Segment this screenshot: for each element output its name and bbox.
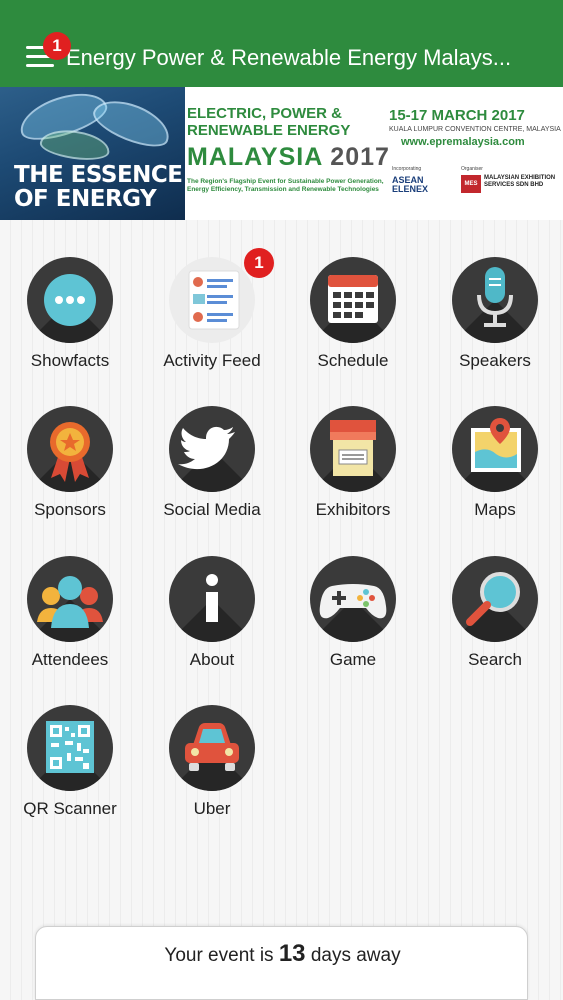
icon-circle [169,556,255,642]
twitter-bird-icon [178,426,235,470]
icon-circle [452,406,538,492]
activity-feed-badge: 1 [244,248,274,278]
grid-item-about[interactable]: About [142,556,282,686]
qr-code-icon [46,721,94,773]
icon-circle [27,406,113,492]
icon-circle [27,705,113,791]
grid-label: Uber [193,799,231,818]
app-title: Energy Power & Renewable Energy Malays..… [66,45,512,70]
icon-circle [169,705,255,791]
grid-item-maps[interactable]: Maps [425,406,563,536]
grid-label: About [189,650,235,669]
mes-logo: MES [461,175,481,193]
chat-bubble-icon [44,274,96,326]
banner-tagline: The Region's Flagship Event for Sustaina… [187,178,384,193]
icon-circle [169,406,255,492]
banner-slogan-line1: THE ESSENCE [14,162,183,188]
grid-item-attendees[interactable]: Attendees [0,556,140,686]
grid-item-speakers[interactable]: Speakers [425,257,563,387]
grid-label: Exhibitors [315,500,391,519]
grid-label: Schedule [317,351,389,370]
award-ribbon-icon [50,422,90,482]
icon-circle [310,406,396,492]
event-banner[interactable]: THE ESSENCE OF ENERGY ELECTRIC, POWER & … [0,87,563,220]
grid-item-activity-feed[interactable]: 1 Activity Feed [142,248,282,387]
magnifier-icon [466,572,520,626]
grid-label: Maps [474,500,516,519]
people-group-icon [37,576,103,628]
grid-label: Sponsors [34,500,106,519]
organiser-label: Organiser [461,166,483,172]
banner-slogan: THE ESSENCE OF ENERGY [14,163,183,211]
countdown-suffix: days away [310,945,401,966]
icon-circle [310,556,396,642]
grid-item-qr-scanner[interactable]: QR Scanner [0,705,140,835]
organiser-name: MALAYSIAN EXHIBITION SERVICES SDN BHD [484,175,556,188]
icon-circle [169,257,255,343]
grid-item-showfacts[interactable]: Showfacts [0,257,140,387]
countdown-prefix: Your event is [164,945,274,966]
grid-label: Showfacts [30,351,110,370]
countdown-text: Your event is 13 days away [36,940,529,968]
grid-item-exhibitors[interactable]: Exhibitors [283,406,423,536]
calendar-icon [328,275,378,323]
banner-title-country: MALAYSIA 2017 [187,144,390,170]
grid-label: Game [329,650,377,669]
car-icon [185,723,239,771]
grid-item-game[interactable]: Game [283,556,423,686]
banner-url: www.epremalaysia.com [401,136,525,148]
banner-title-line2: RENEWABLE ENERGY [187,122,351,139]
grid-item-sponsors[interactable]: Sponsors [0,406,140,536]
icon-circle [27,257,113,343]
app-header: Energy Power & Renewable Energy Malays..… [0,0,563,87]
booth-stall-icon [330,420,376,476]
activity-feed-icon [188,270,240,330]
icon-circle [310,257,396,343]
icon-circle [452,556,538,642]
icon-circle [452,257,538,343]
grid-label: Social Media [163,500,261,519]
grid-label: Attendees [31,650,109,669]
banner-title-line1: ELECTRIC, POWER & [187,105,343,122]
grid-label: QR Scanner [23,799,117,818]
incorporating-label: Incorporating [392,166,422,172]
grid-label: Activity Feed [163,351,261,370]
icon-circle [27,556,113,642]
grid-item-social-media[interactable]: Social Media [142,406,282,536]
grid-label: Speakers [459,351,531,370]
banner-year: 2017 [330,143,390,171]
grid-item-search[interactable]: Search [425,556,563,686]
banner-image: THE ESSENCE OF ENERGY [0,87,185,220]
banner-dates: 15-17 MARCH 2017 [389,107,525,124]
banner-country: MALAYSIA [187,143,323,171]
info-icon [206,574,218,622]
map-pin-icon [471,418,521,472]
microphone-icon [477,267,513,327]
hamburger-icon-bar [26,64,54,67]
banner-venue: KUALA LUMPUR CONVENTION CENTRE, MALAYSIA [389,126,561,133]
grid-label: Search [468,650,522,669]
asean-elenex-logo: ASEAN ELENEX [392,175,429,194]
gamepad-icon [319,584,387,619]
event-countdown: Your event is 13 days away [35,926,528,1000]
countdown-days: 13 [278,940,306,967]
banner-title: ELECTRIC, POWER & RENEWABLE ENERGY [187,105,350,139]
grid-item-uber[interactable]: Uber [142,705,282,835]
grid-item-schedule[interactable]: Schedule [283,257,423,387]
banner-slogan-line2: OF ENERGY [14,186,157,212]
notification-badge: 1 [43,32,71,60]
